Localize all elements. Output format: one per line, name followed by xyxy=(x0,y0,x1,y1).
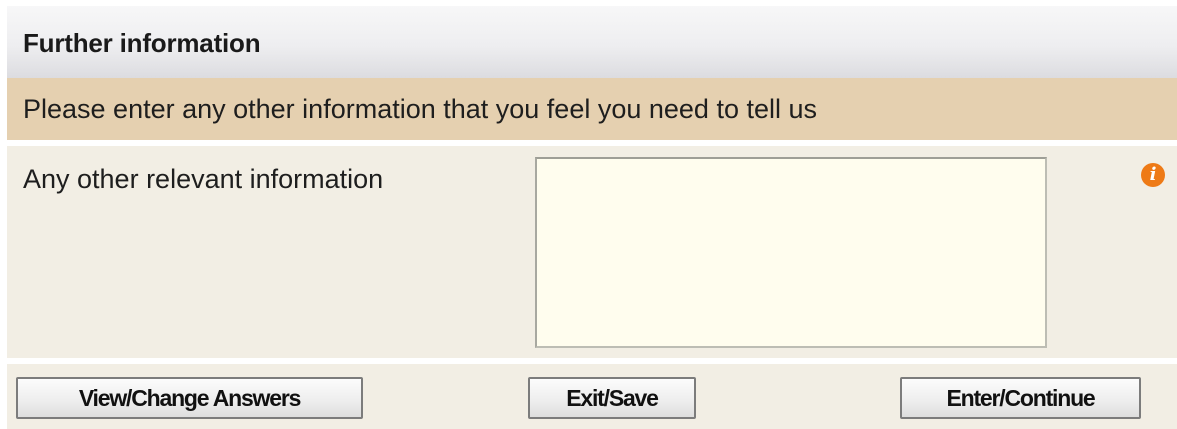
question-label: Any other relevant information xyxy=(23,164,384,194)
button-bar: View/Change Answers Exit/Save Enter/Cont… xyxy=(7,364,1177,429)
instruction-banner: Please enter any other information that … xyxy=(7,78,1177,140)
exit-save-button[interactable]: Exit/Save xyxy=(528,377,696,419)
question-panel: Any other relevant information i xyxy=(7,146,1177,358)
further-information-page: Further information Please enter any oth… xyxy=(0,0,1177,429)
view-change-answers-button[interactable]: View/Change Answers xyxy=(16,377,363,419)
section-header: Further information xyxy=(7,6,1177,78)
instruction-text: Please enter any other information that … xyxy=(23,94,817,124)
other-information-textarea[interactable] xyxy=(535,157,1047,348)
info-icon[interactable]: i xyxy=(1141,163,1165,187)
page-title: Further information xyxy=(23,28,261,58)
enter-continue-button[interactable]: Enter/Continue xyxy=(900,377,1141,419)
